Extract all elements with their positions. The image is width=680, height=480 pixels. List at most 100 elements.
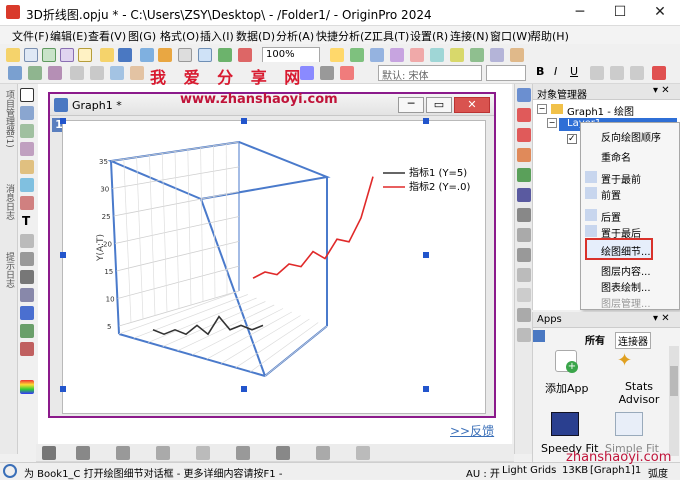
selection-handle[interactable] [241,386,247,392]
selection-handle[interactable] [423,386,429,392]
selection-handle[interactable] [241,118,247,124]
superscript-icon[interactable] [590,66,604,80]
selection-handle[interactable] [60,118,66,124]
rectangle-tool-icon[interactable] [20,270,34,284]
new-project-icon[interactable] [6,48,20,62]
apps-tab-connectors[interactable]: 连接器 [615,332,651,349]
equation-icon[interactable] [20,306,34,320]
scale-out-icon[interactable] [90,66,104,80]
arrow-tool-icon[interactable] [20,234,34,248]
extract-layer-icon[interactable] [130,66,144,80]
menu-connect[interactable]: 连接(N) [450,28,489,44]
command-window-icon[interactable] [370,48,384,62]
apps-scrollbar[interactable] [669,346,679,456]
results-log-icon[interactable] [350,48,364,62]
menu-graph[interactable]: 图(G) [128,28,156,44]
search-icon[interactable] [3,464,17,478]
zoom-pan-icon[interactable] [20,106,34,120]
menu-format[interactable]: 格式(O) [160,28,199,44]
minimize-button[interactable]: ─ [560,0,600,26]
fill-icon[interactable] [156,446,170,460]
toolbar-icon-7[interactable] [517,208,531,222]
menu-layer-management[interactable]: 图层管理... [601,295,651,310]
greek-icon[interactable] [630,66,644,80]
simple-fit-icon[interactable] [615,412,643,436]
toolbar-icon-11[interactable] [517,288,531,302]
code-builder-icon[interactable] [390,48,404,62]
data-reader-icon[interactable] [20,142,34,156]
insert-table-icon[interactable] [20,342,34,356]
menu-rename[interactable]: 重命名 [601,149,631,164]
add-app-icon[interactable]: + [555,350,578,373]
stats-advisor-icon[interactable]: ✦ [617,350,639,372]
close-button[interactable]: ✕ [640,0,680,26]
text-tool-icon[interactable]: T [22,214,30,228]
object-manager-icon[interactable] [490,48,504,62]
copy-page-icon[interactable] [198,48,212,62]
explorer-icon[interactable] [330,48,344,62]
rescale-y-icon[interactable] [48,66,62,80]
3d-line-chart[interactable]: 5101520253035 Y(A:T) 指标1 (Y=5) 指标2 (Y=.0… [63,121,487,415]
symbol-size-icon[interactable] [236,446,250,460]
import-icon[interactable] [140,48,154,62]
legend[interactable]: 指标1 (Y=5) 指标2 (Y=.0) [381,165,476,193]
toolbar-icon-12[interactable] [517,308,531,322]
status-au[interactable]: AU : 开 [466,465,500,480]
selection-handle[interactable] [60,252,66,258]
toolbar-icon-8[interactable] [517,228,531,242]
new-layer-icon[interactable] [110,66,124,80]
menu-reverse-order[interactable]: 反向绘图顺序 [601,129,661,144]
refresh-icon[interactable] [218,48,232,62]
menu-insert[interactable]: 插入(I) [200,28,234,44]
apps-close-icon[interactable]: ▾ ✕ [653,313,670,324]
apps-icon[interactable] [450,48,464,62]
layer-checkbox[interactable]: ✓ [567,134,577,144]
text-tool-2-icon[interactable] [316,446,330,460]
menu-data[interactable]: 数据(D) [236,28,275,44]
menu-plot-setup[interactable]: 图表绘制... [601,279,651,294]
tree-node-graph[interactable]: Graph1 - 绘图 [567,103,634,118]
selection-handle[interactable] [423,118,429,124]
font-combo[interactable]: 默认: 宋体 [378,65,482,82]
app-add-label[interactable]: 添加App [545,380,589,396]
rescale-icon[interactable] [8,66,22,80]
new-notes-icon[interactable] [78,48,92,62]
menu-tools[interactable]: 工具(T) [372,28,409,44]
graph-page[interactable]: 5 10 15 20 25 30 35 Y(A:T) 指标1 (Y=5) 指标2 (Y=.0… [60,118,487,415]
speedy-fit-icon[interactable] [551,412,579,436]
add-icon[interactable] [533,330,545,342]
polygon-tool-icon[interactable] [20,288,34,302]
graph-close-button[interactable]: ✕ [454,97,490,113]
layer-tool-icon[interactable] [517,88,531,102]
digitizer-icon[interactable] [430,48,444,62]
panel-pin-icon[interactable]: ▾ ✕ [653,85,670,96]
graph-window[interactable]: Graph1 * ─ ▭ ✕ 1 5 10 15 20 25 30 35 Y(A:T) [48,92,496,418]
rescale-x-icon[interactable] [28,66,42,80]
duplicate-icon[interactable] [238,48,252,62]
apps-tab-all[interactable]: 所有 [585,332,605,347]
font-size-combo[interactable] [486,65,526,81]
maximize-button[interactable]: ☐ [600,0,640,26]
zoom-combo[interactable]: 100% [262,47,320,63]
axis-icon-2[interactable] [517,128,531,142]
screen-reader-icon[interactable] [20,160,34,174]
graph-tool-icon[interactable] [517,168,531,182]
line-tool-icon[interactable] [20,252,34,266]
font-color-icon[interactable] [652,66,666,80]
menu-quick-analysis[interactable]: 快捷分析(Z) [316,28,376,44]
pattern-icon[interactable] [116,446,130,460]
menu-settings[interactable]: 设置(R) [410,28,448,44]
ungroup-icon[interactable] [320,66,334,80]
symbol-icon[interactable] [196,446,210,460]
tree-collapse-icon[interactable]: − [537,104,547,114]
new-workbook-icon[interactable] [24,48,38,62]
marker-icon[interactable] [276,446,290,460]
subscript-icon[interactable] [610,66,624,80]
tab-project-explorer[interactable]: 项目管理器(1) [2,90,14,148]
line-style-icon[interactable] [42,446,56,460]
scale-in-icon[interactable] [70,66,84,80]
line-width-icon[interactable] [76,446,90,460]
arrow-head-icon[interactable] [356,446,370,460]
underline-icon[interactable]: U [570,65,578,78]
series-line-2[interactable] [252,176,374,279]
